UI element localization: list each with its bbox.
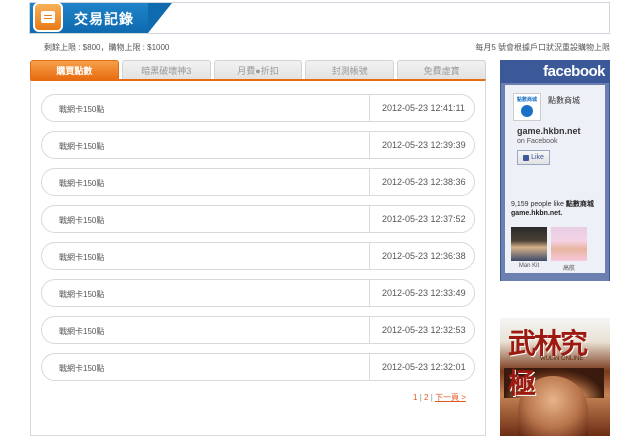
record-time: 2012-05-23 12:32:01 xyxy=(382,362,466,372)
facebook-page-url[interactable]: game.hkbn.net xyxy=(517,126,581,136)
record-item: 戰網卡150點 xyxy=(59,327,105,336)
divider xyxy=(369,354,370,380)
record-time: 2012-05-23 12:38:36 xyxy=(382,177,466,187)
on-facebook-text: on Facebook xyxy=(517,138,558,145)
ad-subtitle: WULIN ONLINE xyxy=(540,356,584,362)
limit-reset-note: 每月5 號會根據戶口狀況重設購物上限 xyxy=(475,43,610,52)
list-item: 戰網卡150點 2012-05-23 12:38:36 xyxy=(41,168,475,196)
list-item: 戰網卡150點 2012-05-23 12:39:39 xyxy=(41,131,475,159)
divider xyxy=(369,243,370,269)
record-time: 2012-05-23 12:39:39 xyxy=(382,140,466,150)
divider xyxy=(369,169,370,195)
section-header: 交易記錄 xyxy=(29,2,610,34)
page-logo[interactable]: 點數商城 xyxy=(513,93,541,121)
list-item: 戰網卡150點 2012-05-23 12:32:53 xyxy=(41,316,475,344)
list-item: 戰網卡150點 2012-05-23 12:32:01 xyxy=(41,353,475,381)
record-item: 戰網卡150點 xyxy=(59,253,105,262)
document-icon xyxy=(33,2,63,32)
tab-free-items[interactable]: 免費虛寶 xyxy=(397,60,486,79)
record-item: 戰網卡150點 xyxy=(59,105,105,114)
page-link-1[interactable]: 1 xyxy=(413,393,417,402)
record-time: 2012-05-23 12:37:52 xyxy=(382,214,466,224)
divider xyxy=(369,132,370,158)
record-item: 戰網卡150點 xyxy=(59,364,105,373)
facebook-page-name[interactable]: 點數商城 xyxy=(548,95,580,106)
divider xyxy=(369,95,370,121)
avatar xyxy=(511,227,547,261)
page-logo-text: 點數商城 xyxy=(516,97,537,103)
likes-page: 點數商城 xyxy=(565,201,594,208)
tab-monthly-discount[interactable]: 月費●折扣 xyxy=(213,60,303,79)
page-link-2[interactable]: 2 xyxy=(424,393,428,402)
like-label: Like xyxy=(531,154,544,161)
pager-divider: | xyxy=(430,393,433,402)
tab-diablo3[interactable]: 暗黑破壞神3 xyxy=(121,60,211,79)
divider xyxy=(369,206,370,232)
record-time: 2012-05-23 12:32:53 xyxy=(382,325,466,335)
fan-profile[interactable]: Man Kit xyxy=(511,227,547,269)
fan-name: 高航 xyxy=(562,266,575,272)
pager-divider: | xyxy=(419,393,422,402)
ad-title: 武林究極 xyxy=(508,327,588,400)
list-item: 戰網卡150點 2012-05-23 12:37:52 xyxy=(41,205,475,233)
pagination: 1 | 2 | 下一頁 > xyxy=(413,392,466,403)
likes-text: people like xyxy=(530,201,564,208)
record-item: 戰網卡150點 xyxy=(59,179,105,188)
list-item: 戰網卡150點 2012-05-23 12:41:11 xyxy=(41,94,475,122)
thumbs-up-icon xyxy=(523,154,530,161)
page-title: 交易記錄 xyxy=(74,11,134,27)
like-button[interactable]: Like xyxy=(517,150,550,165)
tab-beta-accounts[interactable]: 封測帳號 xyxy=(305,60,395,79)
header-title-bar-tip xyxy=(148,3,172,33)
avatar xyxy=(551,227,587,261)
tab-buy-points[interactable]: 購買點數 xyxy=(30,60,119,79)
record-time: 2012-05-23 12:41:11 xyxy=(382,103,465,113)
facebook-like-box: facebook 點數商城 點數商城 game.hkbn.net on Face… xyxy=(500,60,610,281)
list-item: 戰網卡150點 2012-05-23 12:36:38 xyxy=(41,242,475,270)
spending-limit-text: 剩餘上限 : $800，購物上限 : $1000 xyxy=(44,43,170,52)
divider xyxy=(369,280,370,306)
record-time: 2012-05-23 12:36:38 xyxy=(382,251,466,261)
likes-url: game.hkbn.net. xyxy=(511,210,563,217)
likes-count: 9,159 xyxy=(511,201,529,208)
tab-bar: 購買點數 暗黑破壞神3 月費●折扣 封測帳號 免費虛寶 xyxy=(30,60,486,79)
list-item: 戰網卡150點 2012-05-23 12:33:49 xyxy=(41,279,475,307)
page-root: 交易記錄 剩餘上限 : $800，購物上限 : $1000 每月5 號會根據戶口… xyxy=(0,0,640,436)
mascot-icon xyxy=(521,105,533,117)
fan-profile[interactable]: 高航 xyxy=(551,227,587,272)
record-item: 戰網卡150點 xyxy=(59,142,105,151)
record-time: 2012-05-23 12:33:49 xyxy=(382,288,466,298)
record-item: 戰網卡150點 xyxy=(59,290,105,299)
facebook-header: facebook xyxy=(501,61,609,83)
divider xyxy=(369,317,370,343)
facebook-footer xyxy=(501,273,609,281)
record-item: 戰網卡150點 xyxy=(59,216,105,225)
next-page-link[interactable]: 下一頁 > xyxy=(435,393,466,402)
game-ad-banner[interactable]: 武林究極 WULIN ONLINE xyxy=(500,318,610,436)
header-background xyxy=(148,3,609,33)
facebook-body: 點數商城 點數商城 game.hkbn.net on Facebook Like… xyxy=(505,85,605,273)
fan-name: Man Kit xyxy=(518,263,540,269)
facebook-logo[interactable]: facebook xyxy=(543,63,605,80)
likes-summary: 9,159 people like 點數商城 game.hkbn.net. xyxy=(511,200,607,218)
